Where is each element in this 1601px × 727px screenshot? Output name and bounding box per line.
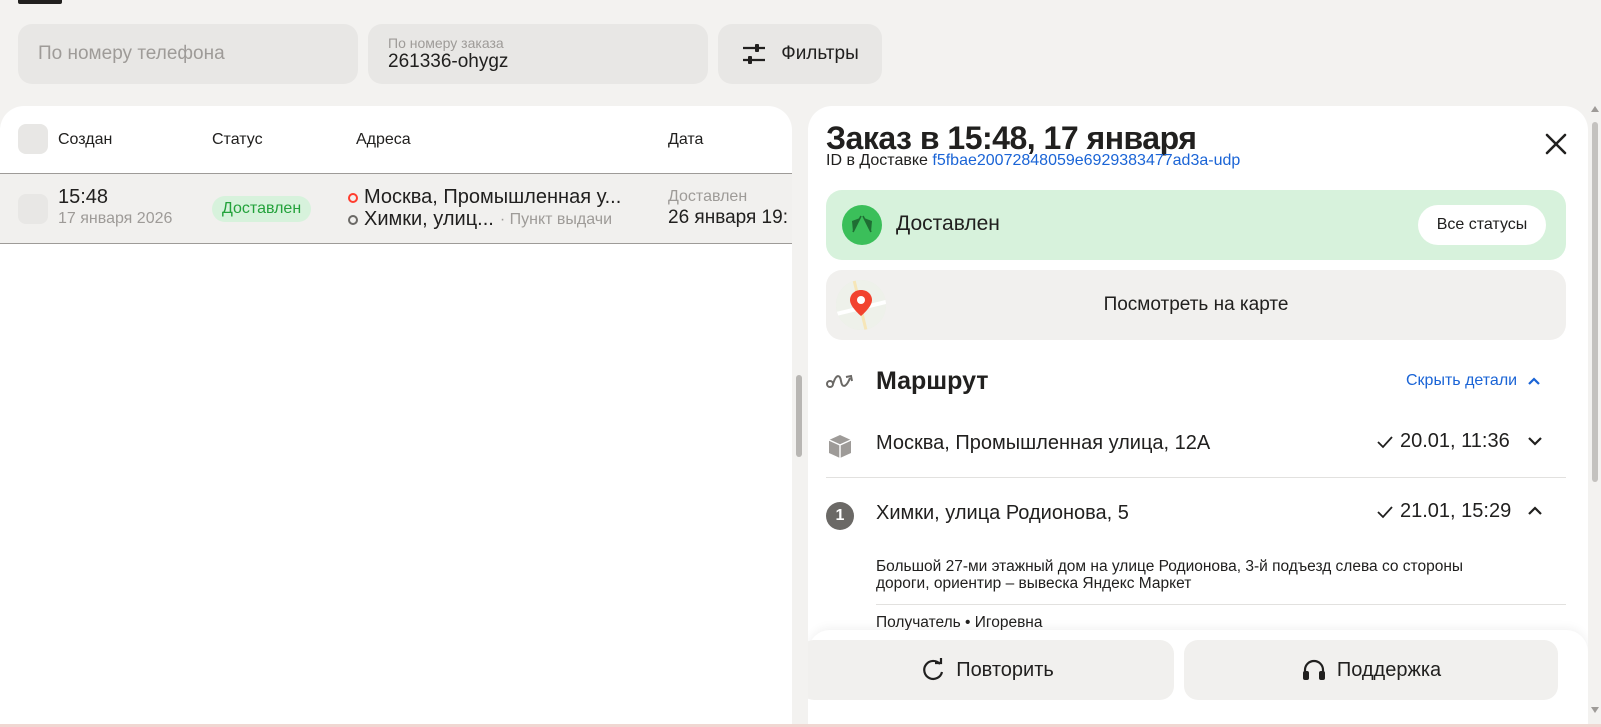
table-header: Создан Статус Адреса Дата — [0, 106, 792, 174]
phone-search-placeholder: По номеру телефона — [38, 43, 225, 64]
table-row[interactable]: 15:48 17 января 2026 Доставлен Москва, П… — [0, 174, 792, 244]
chevron-down-icon[interactable] — [1526, 434, 1544, 448]
row-address-to-type: · Пункт выдачи — [499, 210, 613, 228]
route-point-time: 20.01, 11:36 — [1376, 430, 1510, 453]
order-search-label: По номеру заказа — [388, 35, 504, 51]
filters-label: Фильтры — [781, 43, 859, 64]
status-badge: Доставлен — [212, 196, 312, 222]
order-search-input[interactable]: По номеру заказа 261336-ohygz — [368, 24, 708, 84]
divider — [876, 604, 1566, 605]
column-header-addresses[interactable]: Адреса — [356, 131, 411, 149]
row-date-label: Доставлен — [668, 188, 748, 205]
select-all-checkbox[interactable] — [18, 124, 48, 154]
scroll-up-arrow-icon[interactable] — [1591, 106, 1599, 112]
row-address-to-text: Химки, улиц... — [364, 208, 494, 230]
route-point-time: 21.01, 15:29 — [1376, 500, 1511, 523]
current-status: Доставлен — [896, 212, 1000, 235]
row-address-from-text: Москва, Промышленная у... — [364, 186, 622, 208]
action-bar: Повторить Поддержка — [808, 630, 1588, 727]
route-point-time-text: 21.01, 15:29 — [1400, 500, 1512, 522]
row-created-date: 17 января 2026 — [58, 210, 173, 227]
route-number-icon: 1 — [826, 502, 854, 530]
route-point-origin[interactable]: Москва, Промышленная улица, 12А 20.01, 1… — [826, 410, 1566, 478]
status-card: Доставлен Все статусы — [826, 190, 1566, 260]
route-icon — [826, 374, 853, 388]
column-header-date[interactable]: Дата — [668, 131, 703, 149]
row-address-from: Москва, Промышленная у... — [348, 186, 621, 209]
delivery-note: Большой 27-ми этажный дом на улице Родио… — [876, 558, 1464, 592]
details-scrollbar[interactable] — [1589, 106, 1601, 727]
destination-dot-icon — [348, 214, 358, 225]
support-label: Поддержка — [1336, 658, 1442, 681]
row-created-time: 15:48 — [58, 186, 109, 208]
route-header: Маршрут Скрыть детали — [826, 360, 1566, 404]
all-statuses-button[interactable]: Все статусы — [1418, 205, 1546, 245]
column-header-status[interactable]: Статус — [212, 131, 263, 149]
route-point-address: Москва, Промышленная улица, 12А — [876, 432, 1211, 454]
row-date-value: 26 января 19: — [668, 207, 788, 228]
scroll-down-arrow-icon[interactable] — [1591, 707, 1599, 713]
finish-flags-icon — [842, 205, 882, 245]
headset-icon — [1302, 659, 1325, 680]
parcel-box-icon — [828, 435, 852, 458]
row-checkbox[interactable] — [18, 194, 48, 224]
orders-table: Создан Статус Адреса Дата 15:48 17 январ… — [0, 106, 792, 727]
repeat-order-label: Повторить — [956, 658, 1054, 681]
view-on-map-label: Посмотреть на карте — [1103, 294, 1289, 315]
view-on-map-button[interactable]: Посмотреть на карте — [826, 270, 1566, 340]
origin-dot-icon — [348, 192, 358, 203]
row-address-to: Химки, улиц... · Пункт выдачи — [348, 208, 612, 231]
check-icon — [1377, 435, 1393, 448]
chevron-up-icon[interactable] — [1526, 504, 1544, 518]
chevron-up-icon — [1528, 377, 1540, 385]
hide-details-label: Скрыть детали — [1406, 372, 1518, 389]
route-point-1[interactable]: 1 Химки, улица Родионова, 5 21.01, 15:29 — [826, 480, 1566, 548]
repeat-order-button[interactable]: Повторить — [808, 640, 1174, 700]
order-search-value: 261336-ohygz — [388, 51, 509, 72]
column-header-created[interactable]: Создан — [58, 131, 112, 149]
support-button[interactable]: Поддержка — [1184, 640, 1558, 700]
phone-search-input[interactable]: По номеру телефона — [18, 24, 358, 84]
refresh-icon — [923, 658, 944, 681]
route-point-address: Химки, улица Родионова, 5 — [876, 502, 1129, 524]
filter-bar: По номеру телефона По номеру заказа 2613… — [18, 24, 882, 84]
close-icon[interactable] — [1540, 128, 1572, 160]
scrollbar-thumb[interactable] — [1592, 122, 1598, 482]
order-id-prefix: ID в Доставке — [826, 152, 928, 169]
filters-icon — [743, 44, 766, 64]
route-title: Маршрут — [876, 367, 989, 395]
order-id-line: ID в Доставке f5fbae20072848059e69293834… — [826, 152, 1240, 170]
filters-button[interactable]: Фильтры — [718, 24, 882, 84]
route-point-time-text: 20.01, 11:36 — [1400, 430, 1510, 452]
hide-details-button[interactable]: Скрыть детали — [1406, 372, 1541, 390]
check-icon — [1377, 505, 1393, 518]
order-id-link[interactable]: f5fbae20072848059e6929383477ad3a-udp — [932, 152, 1240, 169]
active-tab-underline — [18, 0, 62, 4]
panel-resize-handle[interactable] — [796, 375, 802, 457]
order-details-panel: Заказ в 15:48, 17 января ID в Доставке f… — [808, 106, 1588, 727]
